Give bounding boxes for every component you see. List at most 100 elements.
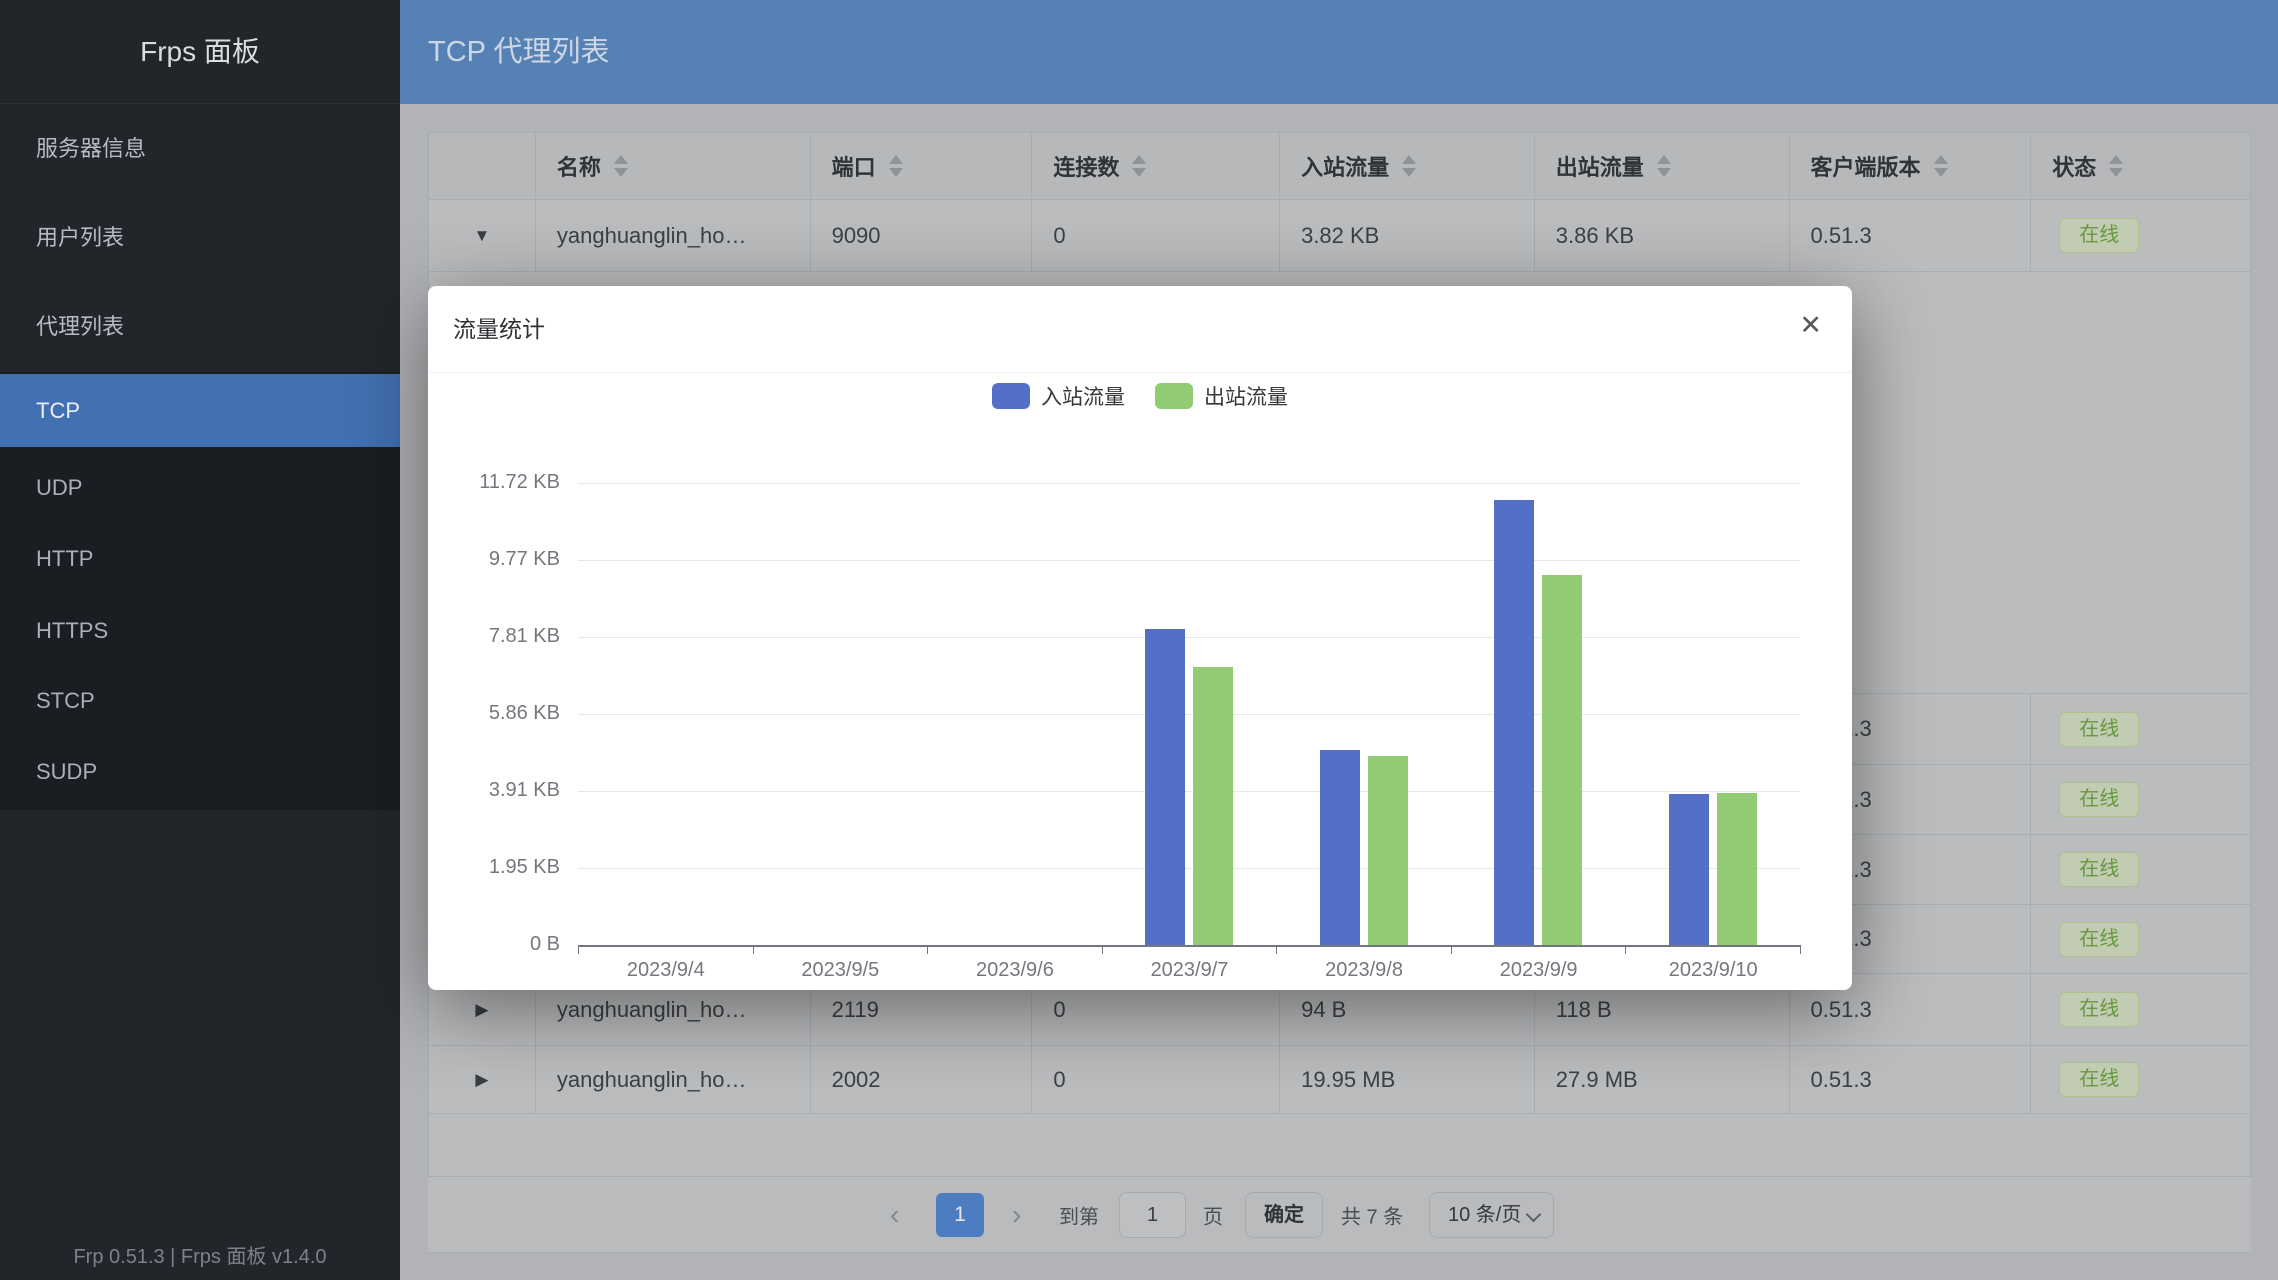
- status-cell: 在线: [2031, 1046, 2250, 1113]
- page-unit-label: 页: [1203, 1200, 1223, 1229]
- status-badge: 在线: [2059, 852, 2139, 887]
- status-cell: 在线: [2031, 200, 2250, 271]
- sort-icon[interactable]: [614, 155, 628, 177]
- status-cell: 在线: [2031, 835, 2250, 904]
- sidebar-item-user-list[interactable]: 用户列表: [0, 201, 400, 274]
- inbound-bar-2023/9/10: [1669, 794, 1709, 945]
- x-axis-tick: [927, 945, 928, 954]
- sidebar-item-server-info[interactable]: 服务器信息: [0, 112, 400, 185]
- column-header-状态[interactable]: 状态: [2031, 133, 2250, 199]
- next-page-button[interactable]: ›: [1012, 1201, 1021, 1229]
- x-axis-tick: [578, 945, 579, 954]
- top-header-bar: TCP 代理列表: [400, 0, 2278, 104]
- page-size-select[interactable]: 10 条/页: [1429, 1192, 1554, 1238]
- y-axis-tick-label: 7.81 KB: [440, 625, 560, 648]
- status-cell: 在线: [2031, 694, 2250, 764]
- page-title: TCP 代理列表: [428, 0, 610, 104]
- sidebar-item-proxy-list[interactable]: 代理列表: [0, 290, 400, 363]
- gridline: [578, 714, 1800, 715]
- x-axis-tick: [1625, 945, 1626, 954]
- traffic_out-cell: 27.9 MB: [1535, 1046, 1790, 1113]
- traffic_in-cell: 19.95 MB: [1280, 1046, 1535, 1113]
- sort-icon[interactable]: [889, 155, 903, 177]
- table-row[interactable]: ▶yanghuanglin_ho…2002019.95 MB27.9 MB0.5…: [429, 1046, 2250, 1114]
- client_version-cell: 0.51.3: [1790, 200, 2032, 271]
- page-1-button[interactable]: 1: [936, 1193, 984, 1237]
- name-cell: yanghuanglin_ho…: [536, 200, 811, 271]
- status-cell: 在线: [2031, 905, 2250, 973]
- x-axis-tick: [1451, 945, 1452, 954]
- app-title: Frps 面板: [0, 0, 400, 104]
- status-cell: 在线: [2031, 765, 2250, 834]
- sidebar-item-label: 代理列表: [36, 314, 124, 339]
- sort-icon[interactable]: [2109, 155, 2123, 177]
- gridline: [578, 637, 1800, 638]
- sort-icon[interactable]: [1934, 155, 1948, 177]
- status-badge: 在线: [2059, 712, 2139, 747]
- x-axis-tick-label: 2023/9/10: [1626, 959, 1801, 982]
- column-header-名称[interactable]: 名称: [536, 133, 811, 199]
- y-axis-tick-label: 3.91 KB: [440, 779, 560, 802]
- column-label: 名称: [557, 150, 601, 182]
- column-header-入站流量[interactable]: 入站流量: [1280, 133, 1535, 199]
- expand-row-icon[interactable]: ▶: [475, 1070, 488, 1090]
- sidebar-item-https[interactable]: HTTPS: [0, 594, 400, 667]
- traffic-stats-dialog: 流量统计 ✕ 入站流量 出站流量 11.72 KB9.77 KB7.81 KB5…: [428, 286, 1852, 990]
- x-axis-tick: [753, 945, 754, 954]
- x-axis-tick-label: 2023/9/6: [927, 959, 1102, 982]
- sidebar-item-http[interactable]: HTTP: [0, 522, 400, 595]
- outbound-bar-2023/9/7: [1193, 667, 1233, 945]
- inbound-bar-2023/9/8: [1320, 750, 1360, 945]
- x-axis-tick-label: 2023/9/5: [753, 959, 928, 982]
- confirm-button[interactable]: 确定: [1245, 1192, 1323, 1238]
- traffic-bar-chart: 11.72 KB9.77 KB7.81 KB5.86 KB3.91 KB1.95…: [428, 286, 1852, 990]
- column-header-端口[interactable]: 端口: [811, 133, 1033, 199]
- status-badge: 在线: [2059, 992, 2139, 1027]
- x-axis-tick-label: 2023/9/8: [1277, 959, 1452, 982]
- column-label: 状态: [2052, 150, 2096, 182]
- x-axis-tick-label: 2023/9/4: [578, 959, 753, 982]
- connections-cell: 0: [1032, 200, 1280, 271]
- sidebar-item-tcp[interactable]: TCP: [0, 374, 400, 447]
- page-number-input[interactable]: 1: [1119, 1192, 1186, 1238]
- table-row[interactable]: ▼yanghuanglin_ho…909003.82 KB3.86 KB0.51…: [429, 200, 2250, 272]
- status-badge: 在线: [2059, 1062, 2139, 1097]
- x-axis-tick: [1276, 945, 1277, 954]
- total-count-label: 共 7 条: [1341, 1200, 1403, 1229]
- sidebar: Frps 面板 服务器信息 用户列表 代理列表 TCP UDP HTTP HTT…: [0, 0, 400, 1280]
- sidebar-item-udp[interactable]: UDP: [0, 451, 400, 524]
- connections-cell: 0: [1032, 1046, 1280, 1113]
- column-header-连接数[interactable]: 连接数: [1032, 133, 1280, 199]
- column-header-出站流量[interactable]: 出站流量: [1535, 133, 1790, 199]
- gridline: [578, 868, 1800, 869]
- y-axis-tick-label: 11.72 KB: [440, 471, 560, 494]
- prev-page-button[interactable]: ‹: [890, 1201, 899, 1229]
- status-badge: 在线: [2059, 218, 2139, 253]
- y-axis-tick-label: 0 B: [440, 933, 560, 956]
- collapse-row-icon[interactable]: ▼: [474, 226, 491, 246]
- client_version-cell: 0.51.3: [1790, 1046, 2032, 1113]
- sidebar-item-stcp[interactable]: STCP: [0, 664, 400, 737]
- sort-icon[interactable]: [1657, 155, 1671, 177]
- expand-cell: ▶: [429, 1046, 536, 1113]
- gridline: [578, 791, 1800, 792]
- chevron-down-icon: [1526, 1206, 1542, 1222]
- version-footer: Frp 0.51.3 | Frps 面板 v1.4.0: [0, 1240, 400, 1269]
- x-axis-tick: [1102, 945, 1103, 954]
- proxy-submenu: TCP UDP HTTP HTTPS STCP SUDP: [0, 372, 400, 810]
- expand-row-icon[interactable]: ▶: [475, 1000, 488, 1020]
- column-header-expand: [429, 133, 536, 199]
- outbound-bar-2023/9/8: [1368, 756, 1408, 945]
- sidebar-item-sudp[interactable]: SUDP: [0, 735, 400, 808]
- sort-icon[interactable]: [1132, 155, 1146, 177]
- pagination-bar: ‹ 1 › 到第 1 页 确定 共 7 条 10 条/页: [428, 1176, 2251, 1253]
- goto-label: 到第: [1059, 1200, 1099, 1229]
- y-axis-tick-label: 5.86 KB: [440, 702, 560, 725]
- column-label: 客户端版本: [1811, 150, 1921, 182]
- sidebar-item-label: 用户列表: [36, 225, 124, 250]
- x-axis-tick-label: 2023/9/9: [1451, 959, 1626, 982]
- column-header-客户端版本[interactable]: 客户端版本: [1790, 133, 2032, 199]
- sort-icon[interactable]: [1402, 155, 1416, 177]
- x-axis-tick: [1800, 945, 1801, 954]
- y-axis-tick-label: 9.77 KB: [440, 548, 560, 571]
